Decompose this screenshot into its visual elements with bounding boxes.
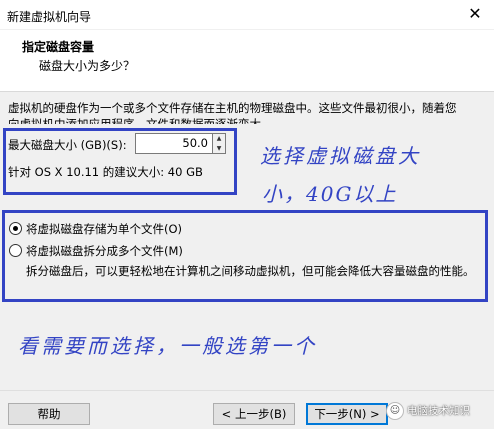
split-files-radio[interactable]	[9, 244, 22, 257]
close-icon[interactable]: ✕	[464, 4, 486, 24]
title-bar: 新建虚拟机向导 ✕	[0, 0, 494, 30]
single-file-radio[interactable]	[9, 222, 22, 235]
single-file-label[interactable]: 将虚拟磁盘存储为单个文件(O)	[26, 221, 182, 237]
watermark-text: 电脑技术知识	[407, 405, 470, 417]
window-title: 新建虚拟机向导	[7, 10, 92, 24]
page-subtitle: 磁盘大小为多少？	[39, 59, 136, 73]
annotation-note-2: 小，40G以上	[262, 182, 398, 206]
help-button[interactable]: 帮助	[8, 403, 90, 425]
recommended-size-text: 针对 OS X 10.11 的建议大小: 40 GB	[8, 165, 203, 179]
annotation-note-3: 看需要而选择，一般选第一个	[18, 334, 317, 358]
wizard-header: 指定磁盘容量 磁盘大小为多少？	[0, 30, 494, 92]
spin-down-icon[interactable]: ▼	[213, 144, 225, 154]
split-description: 拆分磁盘后，可以更轻松地在计算机之间移动虚拟机，但可能会降低大容量磁盘的性能。	[26, 264, 475, 278]
split-files-label[interactable]: 将虚拟磁盘拆分成多个文件(M)	[26, 243, 183, 259]
description-line-1: 虚拟机的硬盘作为一个或多个文件存储在主机的物理磁盘中。这些文件最初很小，随着您	[8, 101, 457, 115]
page-title: 指定磁盘容量	[22, 40, 95, 54]
wechat-icon: ☺	[386, 402, 404, 420]
disk-description: 虚拟机的硬盘作为一个或多个文件存储在主机的物理磁盘中。这些文件最初很小，随着您 …	[8, 100, 492, 124]
annotation-note-1: 选择虚拟磁盘大	[260, 144, 421, 168]
spin-up-icon[interactable]: ▲	[213, 134, 225, 144]
disk-size-label: 最大磁盘大小 (GB)(S):	[8, 138, 127, 152]
description-line-2: 向虚拟机中添加应用程序、文件和数据而逐渐变大。	[8, 117, 273, 124]
wizard-footer: 帮助 < 上一步(B) 下一步(N) > ☺ 电脑技术知识	[0, 390, 494, 429]
back-button[interactable]: < 上一步(B)	[213, 403, 295, 425]
next-button[interactable]: 下一步(N) >	[306, 403, 388, 425]
watermark: ☺ 电脑技术知识	[386, 399, 490, 425]
disk-size-input[interactable]: 50.0	[135, 133, 213, 154]
disk-size-spinner[interactable]: ▲ ▼	[213, 133, 226, 154]
